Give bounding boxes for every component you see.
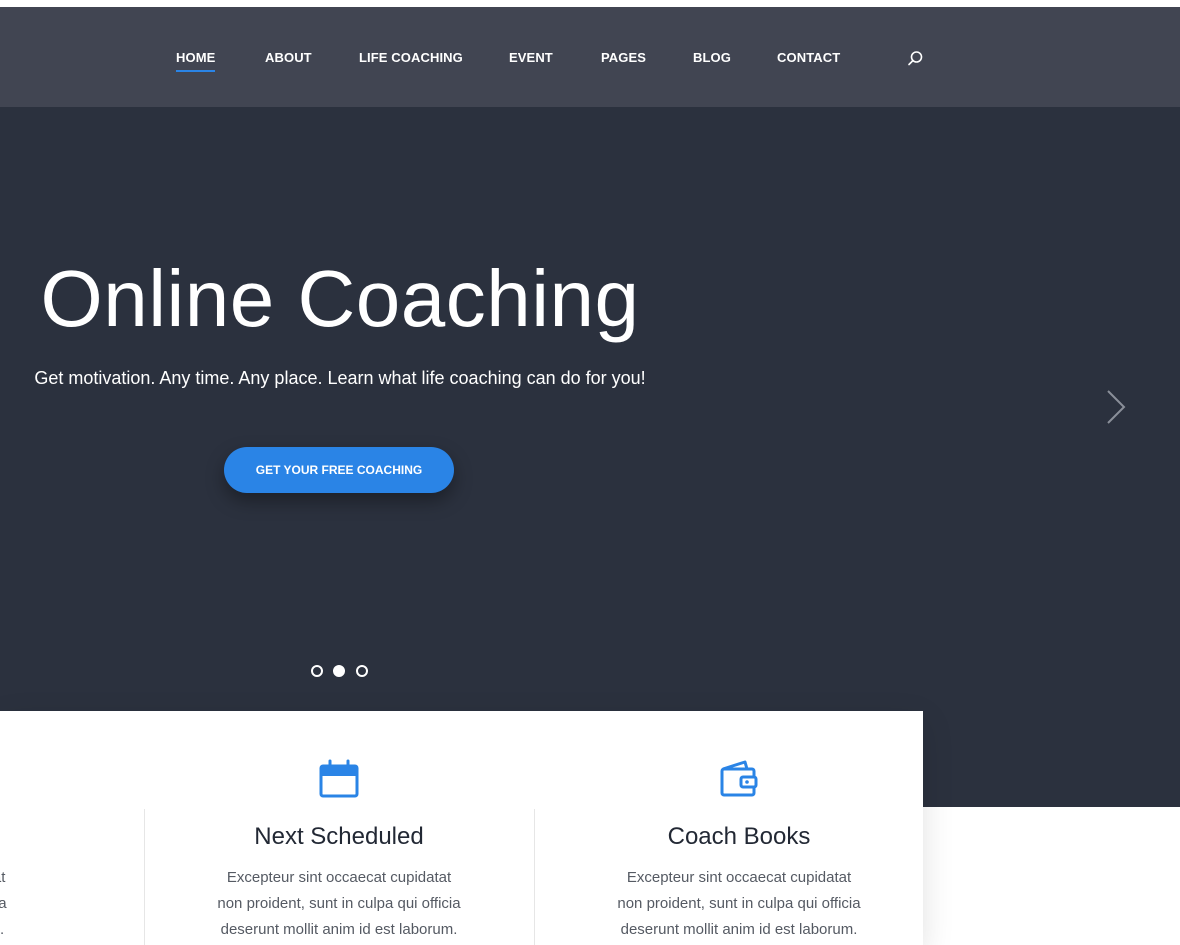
- features-panel: ne cupidatat qui officia laborum. Next S…: [0, 711, 923, 945]
- feature-title: ne: [0, 823, 145, 851]
- feature-divider: [534, 809, 535, 945]
- slide-dot-2[interactable]: [333, 665, 345, 677]
- feature-divider: [144, 809, 145, 945]
- feature-text: Excepteur sint occaecat cupidatat non pr…: [217, 869, 461, 938]
- search-icon[interactable]: [905, 49, 925, 69]
- hero-subtitle: Get motivation. Any time. Any place. Lea…: [34, 368, 646, 388]
- wallet-icon: [719, 759, 759, 799]
- nav-item-contact[interactable]: CONTACT: [777, 50, 840, 65]
- feature-title: Coach Books: [667, 823, 811, 850]
- page: HOME ABOUT LIFE COACHING EVENT PAGES BLO…: [0, 0, 1180, 945]
- feature-card-next-scheduled: Next Scheduled Excepteur sint occaecat c…: [159, 711, 519, 945]
- slide-dot-1[interactable]: [311, 665, 323, 677]
- feature-title: Next Scheduled: [254, 823, 424, 850]
- top-strip: [0, 0, 1180, 7]
- hero-slider: Online Coaching Get motivation. Any time…: [0, 107, 1180, 807]
- feature-text: cupidatat qui officia laborum.: [0, 869, 7, 938]
- hero-title: Online Coaching: [40, 254, 640, 343]
- calendar-icon: [319, 759, 359, 799]
- slide-dot-3[interactable]: [356, 665, 368, 677]
- nav-item-home[interactable]: HOME: [176, 50, 216, 72]
- nav-item-blog[interactable]: BLOG: [693, 50, 731, 65]
- main-navigation: HOME ABOUT LIFE COACHING EVENT PAGES BLO…: [0, 7, 1180, 107]
- chevron-right-icon[interactable]: [1102, 389, 1130, 425]
- nav-item-event[interactable]: EVENT: [509, 50, 553, 65]
- nav-item-about[interactable]: ABOUT: [265, 50, 312, 65]
- nav-item-life-coaching[interactable]: LIFE COACHING: [359, 50, 463, 65]
- nav-item-pages[interactable]: PAGES: [601, 50, 646, 65]
- feature-card: ne cupidatat qui officia laborum.: [0, 711, 145, 945]
- feature-text: Excepteur sint occaecat cupidatat non pr…: [617, 869, 861, 938]
- feature-card-coach-books: Coach Books Excepteur sint occaecat cupi…: [559, 711, 919, 945]
- free-coaching-button[interactable]: GET YOUR FREE COACHING: [224, 447, 454, 493]
